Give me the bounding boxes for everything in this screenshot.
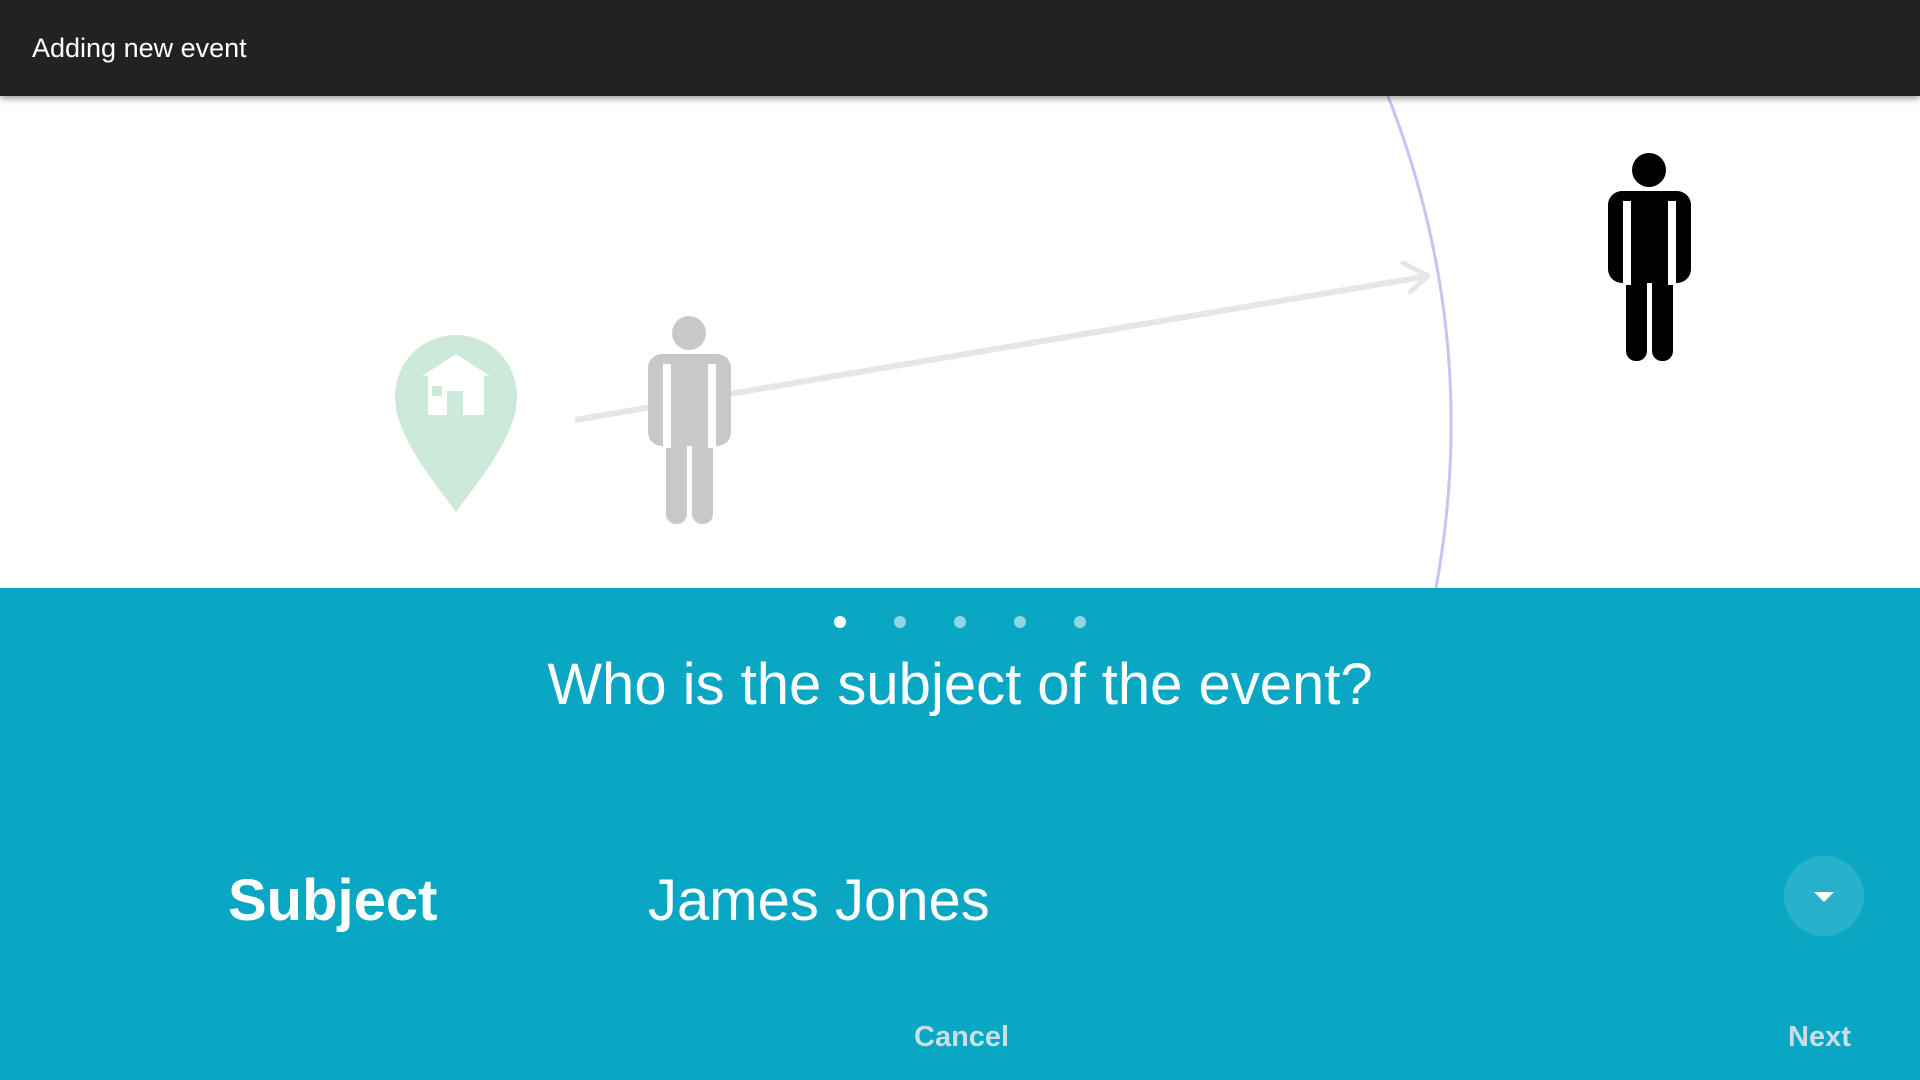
range-arc [1386, 96, 1453, 588]
step-dot-2[interactable] [894, 616, 906, 628]
illustration-canvas [395, 96, 1691, 588]
subject-label: Subject [228, 868, 438, 933]
title-bar: Adding new event [0, 0, 1920, 96]
step-dot-4[interactable] [1014, 616, 1026, 628]
step-dot-3[interactable] [954, 616, 966, 628]
app-window: Adding new event Who is the subject of t… [0, 0, 1920, 1080]
wizard-panel: Who is the subject of the event? Subject… [0, 588, 1920, 1080]
step-dot-5[interactable] [1074, 616, 1086, 628]
event-illustration [0, 96, 1920, 588]
person-icon-black [1608, 153, 1691, 361]
person-icon-gray [648, 316, 731, 524]
cancel-button[interactable]: Cancel [914, 1020, 1009, 1054]
chevron-down-icon [1814, 892, 1834, 902]
step-dot-1[interactable] [834, 616, 846, 628]
page-title: Adding new event [32, 33, 247, 63]
step-indicator [0, 616, 1920, 632]
subject-select[interactable]: James Jones [648, 866, 990, 936]
question-heading: Who is the subject of the event? [547, 652, 1373, 717]
next-button[interactable]: Next [1788, 1020, 1851, 1054]
location-pin-icon [395, 335, 517, 512]
subject-dropdown-button[interactable] [1784, 856, 1864, 936]
